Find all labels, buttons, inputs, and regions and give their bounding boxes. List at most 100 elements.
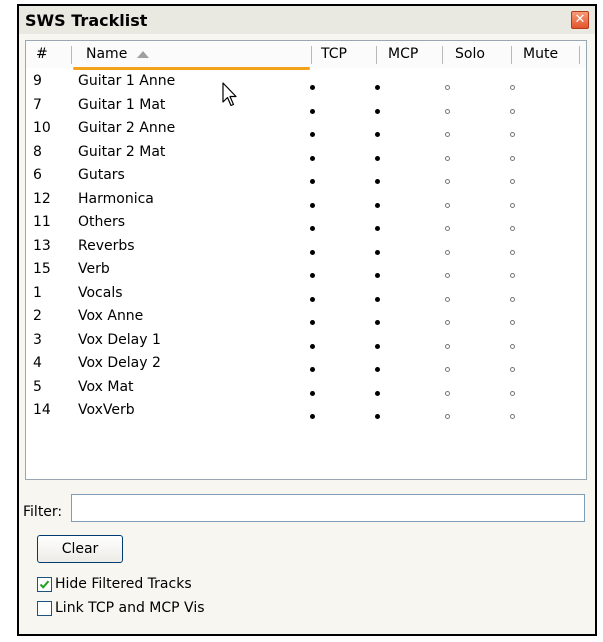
track-mcp-toggle[interactable] [375,172,380,188]
track-row[interactable]: 8 Guitar 2 Mat [26,141,586,165]
track-mute-toggle[interactable] [510,407,515,423]
track-tcp-toggle[interactable] [310,337,315,353]
track-row[interactable]: 12 Harmonica [26,188,586,212]
hide-filtered-tracks-option[interactable]: Hide Filtered Tracks [37,576,192,592]
track-row[interactable]: 2 Vox Anne [26,305,586,329]
track-solo-toggle[interactable] [445,219,450,235]
track-mcp-toggle[interactable] [375,125,380,141]
link-tcp-mcp-checkbox[interactable] [37,600,52,616]
track-row[interactable]: 4 Vox Delay 2 [26,352,586,376]
track-tcp-toggle[interactable] [310,313,315,329]
track-mute-toggle[interactable] [510,102,515,118]
column-header-name[interactable]: Name [86,41,306,67]
track-solo-toggle[interactable] [445,290,450,306]
track-mcp-toggle[interactable] [375,266,380,282]
track-mute-toggle[interactable] [510,290,515,306]
column-divider[interactable] [442,46,443,64]
column-divider[interactable] [71,46,72,64]
track-mcp-toggle[interactable] [375,407,380,423]
track-solo-toggle[interactable] [445,196,450,212]
track-row[interactable]: 13 Reverbs [26,235,586,259]
track-tcp-toggle[interactable] [310,384,315,400]
track-mute-toggle[interactable] [510,384,515,400]
track-solo-toggle[interactable] [445,149,450,165]
track-row[interactable]: 7 Guitar 1 Mat [26,94,586,118]
column-divider[interactable] [311,46,312,64]
track-list[interactable]: # Name TCP MCP Solo Mute 9 Guitar 1 Anne 7… [25,40,587,480]
track-row[interactable]: 3 Vox Delay 1 [26,329,586,353]
checkmark-icon [39,580,50,589]
track-solo-toggle[interactable] [445,384,450,400]
track-mcp-toggle[interactable] [375,313,380,329]
column-divider[interactable] [579,46,580,64]
track-mcp-toggle[interactable] [375,219,380,235]
column-header-num[interactable]: # [36,41,66,67]
clear-button[interactable]: Clear [37,535,123,563]
track-mcp-toggle[interactable] [375,384,380,400]
link-tcp-mcp-option[interactable]: Link TCP and MCP Vis [37,600,205,616]
track-solo-toggle[interactable] [445,407,450,423]
track-tcp-toggle[interactable] [310,125,315,141]
track-solo-toggle[interactable] [445,125,450,141]
track-mcp-toggle[interactable] [375,78,380,94]
track-mute-toggle[interactable] [510,219,515,235]
track-tcp-toggle[interactable] [310,102,315,118]
column-divider[interactable] [376,46,377,64]
track-tcp-toggle[interactable] [310,219,315,235]
close-icon[interactable]: ✕ [571,11,589,29]
track-tcp-toggle[interactable] [310,243,315,259]
track-solo-toggle[interactable] [445,78,450,94]
title-bar[interactable]: SWS Tracklist ✕ [19,6,595,34]
track-mcp-toggle[interactable] [375,360,380,376]
track-number: 1 [33,284,42,301]
track-tcp-toggle[interactable] [310,290,315,306]
track-solo-toggle[interactable] [445,337,450,353]
filter-input[interactable] [71,494,585,522]
state-on-icon [375,155,380,161]
track-mute-toggle[interactable] [510,243,515,259]
column-header-tcp[interactable]: TCP [321,41,361,67]
column-divider[interactable] [511,46,512,64]
column-header-mute[interactable]: Mute [523,41,573,67]
track-mute-toggle[interactable] [510,266,515,282]
track-tcp-toggle[interactable] [310,149,315,165]
track-row[interactable]: 14 VoxVerb [26,399,586,423]
track-tcp-toggle[interactable] [310,172,315,188]
track-tcp-toggle[interactable] [310,360,315,376]
track-tcp-toggle[interactable] [310,407,315,423]
track-mcp-toggle[interactable] [375,243,380,259]
hide-filtered-tracks-checkbox[interactable] [37,576,52,592]
track-mcp-toggle[interactable] [375,196,380,212]
track-mcp-toggle[interactable] [375,149,380,165]
track-tcp-toggle[interactable] [310,196,315,212]
track-solo-toggle[interactable] [445,313,450,329]
track-tcp-toggle[interactable] [310,78,315,94]
track-mute-toggle[interactable] [510,337,515,353]
track-row[interactable]: 1 Vocals [26,282,586,306]
track-mute-toggle[interactable] [510,172,515,188]
track-solo-toggle[interactable] [445,266,450,282]
track-row[interactable]: 5 Vox Mat [26,376,586,400]
track-solo-toggle[interactable] [445,172,450,188]
track-mute-toggle[interactable] [510,149,515,165]
column-header-solo[interactable]: Solo [455,41,495,67]
track-tcp-toggle[interactable] [310,266,315,282]
track-row[interactable]: 9 Guitar 1 Anne [26,70,586,94]
track-row[interactable]: 15 Verb [26,258,586,282]
track-solo-toggle[interactable] [445,360,450,376]
track-solo-toggle[interactable] [445,243,450,259]
track-row[interactable]: 11 Others [26,211,586,235]
track-row[interactable]: 6 Gutars [26,164,586,188]
track-mcp-toggle[interactable] [375,290,380,306]
track-row[interactable]: 10 Guitar 2 Anne [26,117,586,141]
track-mute-toggle[interactable] [510,125,515,141]
state-off-icon [510,85,515,90]
track-mute-toggle[interactable] [510,313,515,329]
track-mute-toggle[interactable] [510,360,515,376]
track-mcp-toggle[interactable] [375,102,380,118]
track-mcp-toggle[interactable] [375,337,380,353]
track-mute-toggle[interactable] [510,196,515,212]
track-mute-toggle[interactable] [510,78,515,94]
track-solo-toggle[interactable] [445,102,450,118]
column-header-mcp[interactable]: MCP [388,41,428,67]
